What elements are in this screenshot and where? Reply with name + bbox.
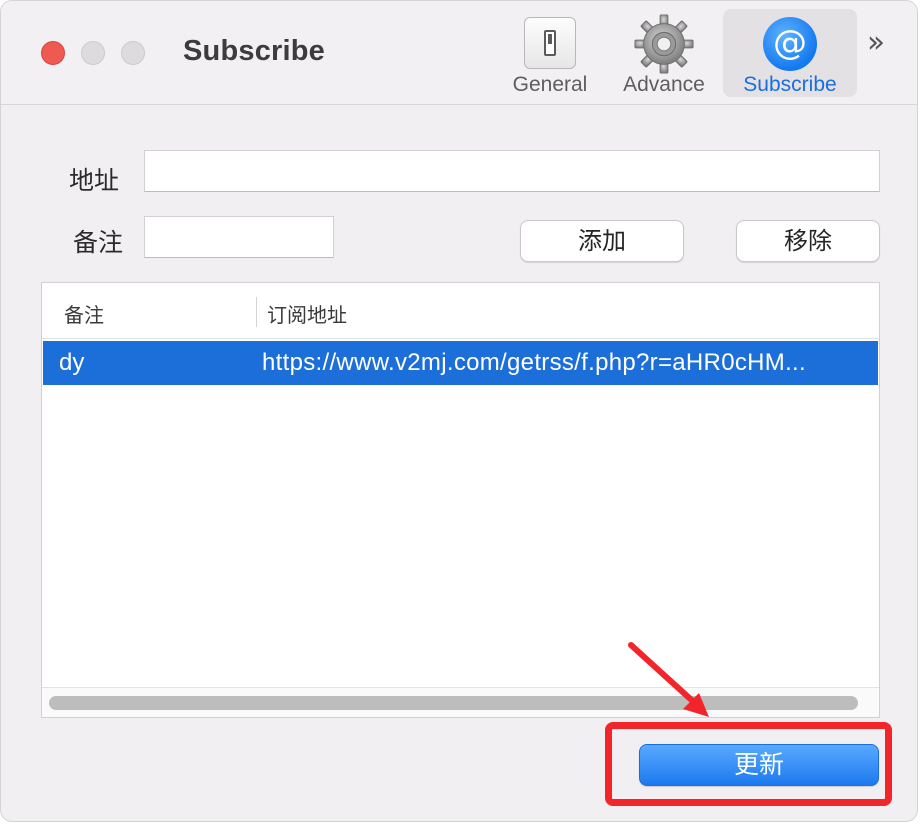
column-header-url[interactable]: 订阅地址 — [267, 299, 347, 328]
table-header: 备注 订阅地址 — [42, 283, 879, 339]
preferences-window: Subscribe General Advance @ Subscribe ››… — [0, 0, 918, 822]
toolbar-tab-general-label: General — [512, 73, 588, 96]
note-input[interactable] — [144, 216, 334, 258]
note-label: 备注 — [73, 228, 124, 257]
zoom-window-button[interactable] — [121, 41, 145, 65]
address-label: 地址 — [69, 166, 120, 195]
chevron-double-right-icon[interactable]: ›› — [867, 25, 885, 60]
switch-icon — [524, 17, 576, 69]
window-title: Subscribe — [183, 35, 326, 67]
subscription-table: 备注 订阅地址 dy https://www.v2mj.com/getrss/f… — [41, 282, 880, 718]
remove-button[interactable]: 移除 — [736, 220, 880, 262]
toolbar-tab-advance[interactable]: Advance — [611, 9, 717, 97]
toolbar-tab-subscribe-label: Subscribe — [743, 73, 837, 96]
row-url-cell: https://www.v2mj.com/getrss/f.php?r=aHR0… — [262, 349, 806, 376]
at-sign-icon: @ — [763, 17, 817, 71]
add-button[interactable]: 添加 — [520, 220, 684, 262]
annotation-highlight-box — [605, 722, 892, 806]
address-input[interactable] — [144, 150, 880, 192]
toolbar-tab-subscribe[interactable]: @ Subscribe — [723, 9, 857, 97]
toolbar-tab-advance-label: Advance — [623, 73, 705, 96]
title-bar: Subscribe General Advance @ Subscribe ›› — [1, 1, 917, 105]
scrollbar-thumb[interactable] — [49, 696, 858, 710]
column-header-note[interactable]: 备注 — [64, 299, 104, 328]
row-note-cell: dy — [59, 349, 85, 376]
horizontal-scrollbar[interactable] — [42, 687, 879, 717]
gear-icon — [634, 14, 694, 74]
close-window-button[interactable] — [41, 41, 65, 65]
toolbar-tab-general[interactable]: General — [501, 9, 599, 97]
minimize-window-button[interactable] — [81, 41, 105, 65]
table-row[interactable]: dy https://www.v2mj.com/getrss/f.php?r=a… — [43, 341, 878, 385]
annotation-arrow-icon — [628, 642, 709, 717]
column-divider[interactable] — [256, 297, 257, 327]
